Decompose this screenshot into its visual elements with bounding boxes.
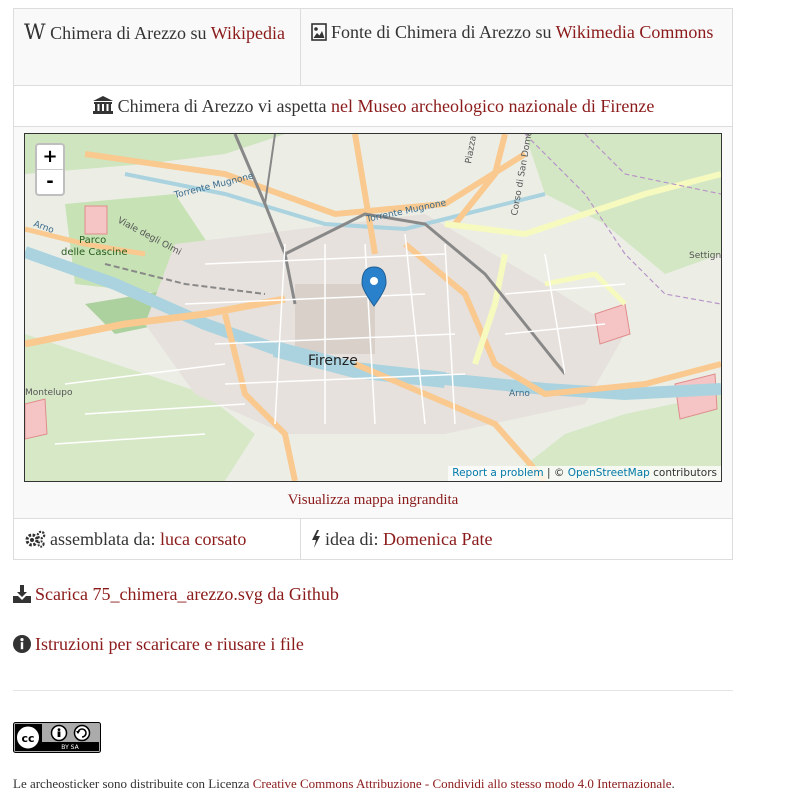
map-label-city: Firenze [308, 353, 358, 369]
wikipedia-link[interactable]: Wikipedia [211, 23, 285, 43]
cc-license-badge[interactable]: cc BY SA [13, 722, 101, 758]
map-label-arno-right: Arno [509, 389, 530, 399]
info-icon [13, 635, 31, 653]
zoom-control: + - [35, 143, 65, 196]
download-link[interactable]: Scarica 75_chimera_arezzo.svg da Github [35, 584, 339, 604]
map-attribution: Report a problem | © OpenStreetMap contr… [448, 466, 721, 481]
cc-badge-text: BY SA [61, 744, 79, 751]
divider [13, 690, 733, 691]
osm-link[interactable]: OpenStreetMap [568, 467, 650, 479]
assembled-name-link[interactable]: luca corsato [160, 529, 246, 549]
license-suffix: . [671, 776, 675, 791]
download-icon [13, 585, 31, 603]
wikipedia-cell: W Chimera di Arezzo su Wikipedia [13, 8, 301, 86]
report-problem-link[interactable]: Report a problem [452, 467, 543, 479]
map-label-montelupo: Montelupo [25, 388, 73, 398]
info-table: W Chimera di Arezzo su Wikipedia Fonte d… [13, 8, 733, 560]
bolt-icon [312, 530, 320, 548]
commons-prefix: Fonte di Chimera di Arezzo su [331, 22, 552, 42]
instructions-link[interactable]: Istruzioni per scaricare e riusare i fil… [35, 634, 304, 654]
enlarge-map-link[interactable]: Visualizza mappa ingrandita [288, 492, 459, 508]
commons-link[interactable]: Wikimedia Commons [556, 22, 714, 42]
instructions-row: Istruzioni per scaricare e riusare i fil… [13, 634, 304, 655]
museum-link[interactable]: nel Museo archeologico nazionale di Fire… [331, 96, 654, 116]
assembled-cell: assemblata da: luca corsato [13, 518, 301, 560]
idea-label: idea di: [325, 529, 379, 549]
license-prefix: Le archeosticker sono distribuite con Li… [13, 776, 250, 791]
museum-prefix: Chimera di Arezzo vi aspetta [117, 96, 327, 116]
zoom-out-button[interactable]: - [37, 170, 63, 194]
attribution-separator: | © [543, 467, 568, 479]
map-tiles: Firenze Parco delle Cascine Torrente Mug… [25, 134, 721, 481]
image-icon [311, 23, 327, 41]
museum-cell: Chimera di Arezzo vi aspetta nel Museo a… [13, 85, 733, 127]
idea-cell: idea di: Domenica Pate [300, 518, 733, 560]
attribution-contributors: contributors [649, 467, 717, 479]
main-content: W Chimera di Arezzo su Wikipedia Fonte d… [13, 8, 733, 560]
license-footer: Le archeosticker sono distribuite con Li… [13, 776, 675, 792]
commons-cell: Fonte di Chimera di Arezzo su Wikimedia … [300, 8, 733, 86]
map-view[interactable]: Firenze Parco delle Cascine Torrente Mug… [24, 133, 722, 482]
wikipedia-prefix: Chimera di Arezzo su [50, 23, 207, 43]
svg-text:cc: cc [21, 732, 34, 745]
map-label-cascine: delle Cascine [61, 247, 127, 258]
cogs-icon [25, 530, 46, 548]
map-label-parco: Parco [79, 235, 106, 246]
museum-icon [92, 96, 113, 114]
idea-name-link[interactable]: Domenica Pate [383, 529, 492, 549]
zoom-in-button[interactable]: + [37, 145, 63, 170]
wikipedia-icon: W [24, 20, 46, 44]
assembled-label: assemblata da: [50, 529, 156, 549]
license-link[interactable]: Creative Commons Attribuzione - Condivid… [253, 776, 672, 791]
download-row: Scarica 75_chimera_arezzo.svg da Github [13, 584, 339, 605]
map-label-settign: Settign [689, 251, 721, 261]
map-cell: Firenze Parco delle Cascine Torrente Mug… [13, 126, 733, 519]
